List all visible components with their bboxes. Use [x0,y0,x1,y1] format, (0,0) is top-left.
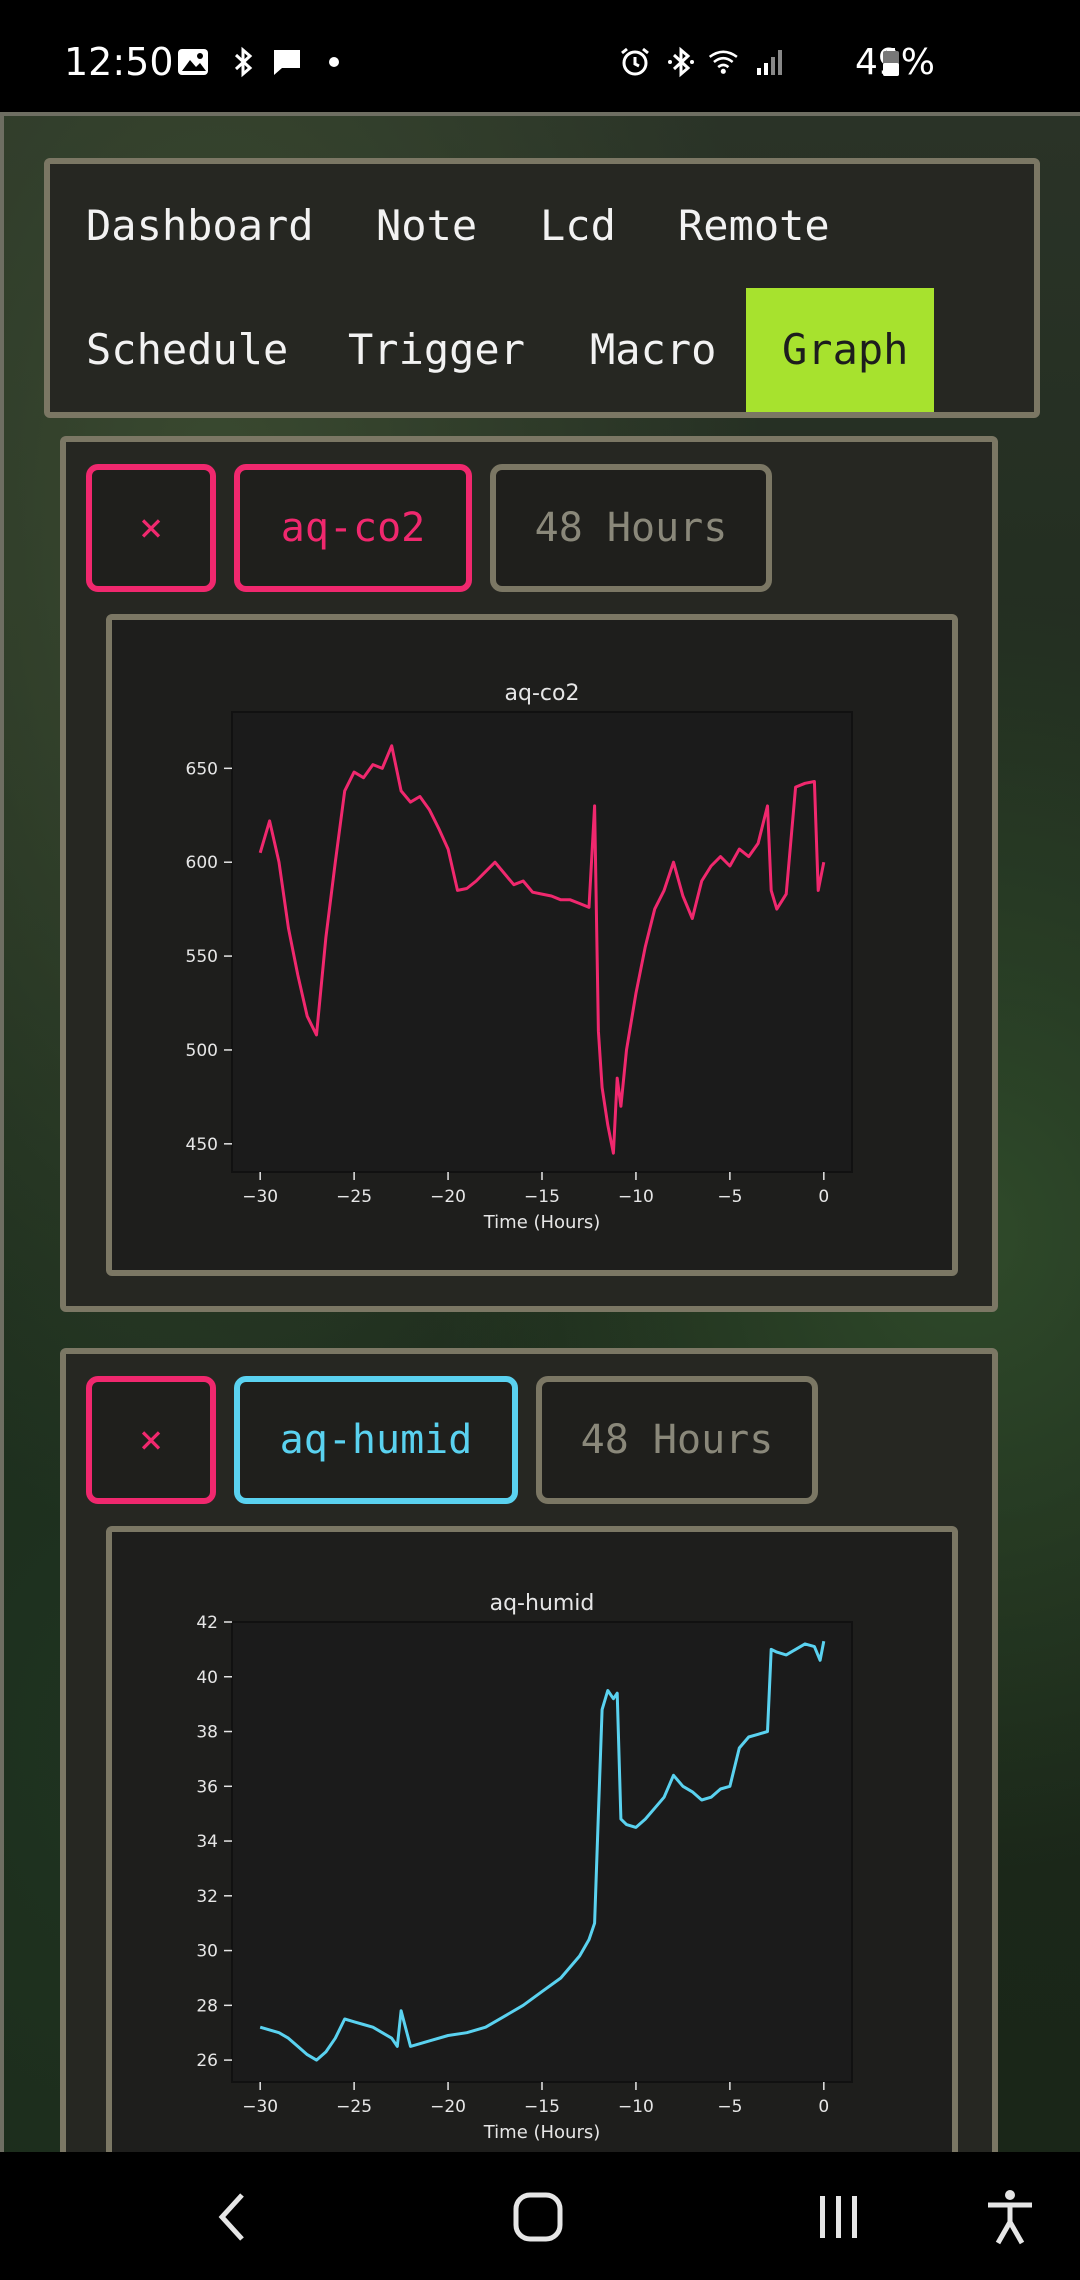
chart-title: aq-co2 [505,681,580,706]
tab-graph[interactable]: Graph [746,288,934,412]
graph-panel-co2: × aq-co2 48 Hours aq-co2 −30 −25 −20 −15 −10 −… [60,436,998,1312]
x-tick-label: 0 [818,1187,829,1207]
bluetooth-icon-2 [668,46,694,78]
back-icon[interactable] [212,2190,252,2244]
y-tick-label: 38 [196,1723,218,1743]
chart-container: aq-humid −30 −25 −20 −15 −10 −5 0 26 28 30 32 34 36 38… [106,1526,958,2176]
y-tick-label: 40 [196,1668,218,1688]
system-nav-bar [0,2152,1080,2280]
y-tick-label: 650 [186,759,218,779]
signal-icon [757,50,782,75]
x-tick-label: −25 [336,1187,372,1207]
x-axis-label: Time (Hours) [483,2122,601,2143]
sensor-select-button[interactable]: aq-humid [234,1376,518,1504]
nav-menu: Dashboard Note Lcd Remote Schedule Trigg… [44,158,1040,418]
plot-area [231,1621,853,2083]
x-tick-label: −25 [336,2097,372,2117]
y-tick-label: 26 [196,2051,218,2071]
y-tick-label: 32 [196,1887,218,1907]
recents-icon[interactable] [814,2192,864,2242]
x-tick-label: −30 [242,1187,278,1207]
x-tick-label: −5 [717,2097,742,2117]
battery-icon [883,48,899,76]
close-button[interactable]: × [86,1376,216,1504]
tab-remote[interactable]: Remote [642,164,866,288]
home-icon[interactable] [510,2190,566,2244]
dot-icon [329,57,339,67]
y-tick-label: 28 [196,1996,218,2016]
tab-dashboard[interactable]: Dashboard [50,164,350,288]
x-axis-label: Time (Hours) [483,1212,601,1233]
y-tick-label: 34 [196,1832,218,1852]
humid-chart: aq-humid −30 −25 −20 −15 −10 −5 0 26 28 30 32 34 36 38… [196,1591,853,2143]
y-tick-label: 550 [186,947,218,967]
y-tick-label: 450 [186,1135,218,1155]
x-tick-label: −15 [524,2097,560,2117]
chart-title: aq-humid [490,1591,595,1616]
y-tick-label: 36 [196,1777,218,1797]
time-range-button[interactable]: 48 Hours [490,464,772,592]
tab-note[interactable]: Note [340,164,513,288]
x-tick-label: −20 [430,2097,466,2117]
x-tick-label: 0 [818,2097,829,2117]
bluetooth-icon [234,46,253,78]
sensor-select-button[interactable]: aq-co2 [234,464,472,592]
y-tick-label: 30 [196,1942,218,1962]
y-tick-label: 42 [196,1613,218,1633]
alarm-icon [621,47,649,76]
tab-macro[interactable]: Macro [554,288,752,412]
time-range-button[interactable]: 48 Hours [536,1376,818,1504]
y-tick-label: 600 [186,853,218,873]
co2-chart: aq-co2 −30 −25 −20 −15 −10 −5 0 450 500 550 600 650 T… [186,681,853,1233]
x-tick-label: −30 [242,2097,278,2117]
tab-schedule[interactable]: Schedule [50,288,324,412]
y-tick-label: 500 [186,1041,218,1061]
x-tick-label: −5 [717,1187,742,1207]
gallery-icon [178,49,208,75]
message-icon [274,50,300,75]
status-time: 12:50 [64,40,174,84]
x-tick-label: −10 [618,1187,654,1207]
chart-container: aq-co2 −30 −25 −20 −15 −10 −5 0 450 500 550 600 650 T… [106,614,958,1276]
tab-trigger[interactable]: Trigger [312,288,561,412]
tab-lcd[interactable]: Lcd [504,164,652,288]
graph-panel-humid: × aq-humid 48 Hours aq-humid −30 −25 −20 −15… [60,1348,998,2176]
wifi-icon [708,50,738,74]
x-tick-label: −15 [524,1187,560,1207]
x-tick-label: −10 [618,2097,654,2117]
close-button[interactable]: × [86,464,216,592]
x-tick-label: −20 [430,1187,466,1207]
status-bar: 12:50 49% [0,0,1080,112]
accessibility-icon[interactable] [984,2188,1036,2246]
